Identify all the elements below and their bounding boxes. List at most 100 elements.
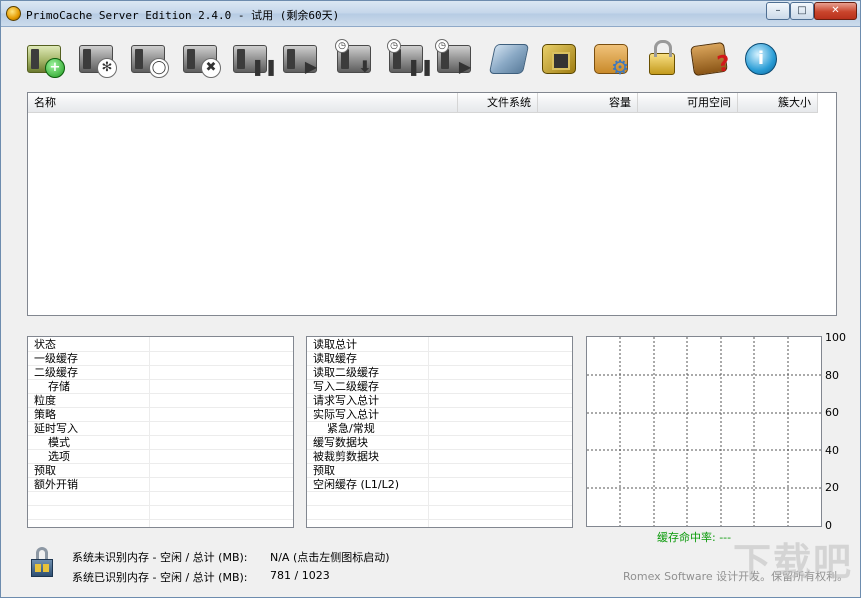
drive-list-header: 名称 文件系统 容量 可用空间 簇大小 bbox=[28, 93, 818, 113]
new-cache-task-button[interactable]: + bbox=[25, 39, 65, 79]
help-button[interactable] bbox=[689, 39, 729, 79]
toolbar: +✻◯✖❚❚▶◷⬇◷❚❚◷▶i bbox=[25, 39, 825, 83]
hit-rate-grid bbox=[587, 337, 821, 526]
info-row-label: 存储 bbox=[48, 380, 70, 393]
column-header-filesystem[interactable]: 文件系统 bbox=[458, 93, 538, 113]
info-row: 粒度 bbox=[28, 394, 293, 408]
close-button[interactable]: ✕ bbox=[814, 2, 857, 20]
info-icon: i bbox=[745, 43, 777, 75]
lock-key-icon bbox=[649, 40, 675, 75]
memory-chip-icon bbox=[31, 559, 53, 577]
info-row-label: 预取 bbox=[313, 464, 335, 477]
info-row-label: 读取缓存 bbox=[313, 352, 357, 365]
info-row: 读取总计 bbox=[307, 338, 572, 352]
info-row-label: 读取总计 bbox=[313, 338, 357, 351]
drive-list[interactable]: 名称 文件系统 容量 可用空间 簇大小 bbox=[27, 92, 837, 316]
info-row-label: 缓写数据块 bbox=[313, 436, 368, 449]
clock-icon: ◷ bbox=[387, 39, 401, 53]
info-row-empty bbox=[28, 492, 293, 506]
info-row: 缓写数据块 bbox=[307, 436, 572, 450]
info-row-label: 状态 bbox=[34, 338, 56, 351]
recognized-memory-value: 781 / 1023 bbox=[270, 569, 330, 582]
info-row-label: 策略 bbox=[34, 408, 56, 421]
main-window: PrimoCache Server Edition 2.4.0 - 试用 (剩余… bbox=[0, 0, 861, 598]
column-header-name[interactable]: 名称 bbox=[28, 93, 458, 113]
license-button[interactable] bbox=[645, 39, 685, 79]
help-book-icon bbox=[690, 41, 728, 77]
info-row-empty bbox=[307, 492, 572, 506]
info-row-empty bbox=[28, 506, 293, 520]
about-button[interactable]: i bbox=[741, 39, 781, 79]
info-row: 预取 bbox=[28, 464, 293, 478]
flush-deferred-write-button[interactable]: ◷ ⬇ bbox=[335, 39, 375, 79]
info-row: 读取缓存 bbox=[307, 352, 572, 366]
maximize-button[interactable]: □ bbox=[790, 2, 814, 20]
app-icon[interactable] bbox=[6, 6, 21, 21]
tools-button[interactable] bbox=[488, 39, 530, 79]
title-bar[interactable]: PrimoCache Server Edition 2.4.0 - 试用 (剩余… bbox=[1, 1, 860, 27]
info-row: 读取二级缓存 bbox=[307, 366, 572, 380]
info-row: 选项 bbox=[28, 450, 293, 464]
info-row: 空闲缓存 (L1/L2) bbox=[307, 478, 572, 492]
info-row-label: 延时写入 bbox=[34, 422, 78, 435]
cache-statistics-button[interactable]: ◯ bbox=[129, 39, 169, 79]
info-row: 被裁剪数据块 bbox=[307, 450, 572, 464]
cache-info-panel: 状态 一级缓存 二级缓存 存储 粒度 策略 延时写入 模式 选项 预取 额外开销 bbox=[27, 336, 294, 528]
package-gear-icon bbox=[594, 44, 629, 79]
info-row-label: 二级缓存 bbox=[34, 366, 78, 379]
column-header-free-space[interactable]: 可用空间 bbox=[638, 93, 738, 113]
pause-deferred-write-button[interactable]: ◷ ❚❚ bbox=[387, 39, 434, 79]
pause-cache-button[interactable]: ❚❚ bbox=[231, 39, 278, 79]
y-tick-label: 80 bbox=[825, 368, 839, 382]
unrecognized-memory-label: 系统未识别内存 - 空闲 / 总计 (MB): bbox=[72, 551, 248, 564]
info-row-label: 额外开销 bbox=[34, 478, 78, 491]
info-row: 二级缓存 bbox=[28, 366, 293, 380]
drive-flush-icon: ⬇ bbox=[358, 57, 372, 76]
info-row-label: 一级缓存 bbox=[34, 352, 78, 365]
info-row-label: 写入二级缓存 bbox=[313, 380, 379, 393]
y-tick-label: 100 bbox=[825, 331, 846, 344]
cache-statistics-panel: 读取总计 读取缓存 读取二级缓存 写入二级缓存 请求写入总计 实际写入总计 紧急/常规 缓写数… bbox=[306, 336, 573, 528]
column-header-cluster-size[interactable]: 簇大小 bbox=[738, 93, 818, 113]
info-row: 紧急/常规 bbox=[307, 422, 572, 436]
recognized-memory-label: 系统已识别内存 - 空闲 / 总计 (MB): bbox=[72, 571, 248, 584]
info-row: 状态 bbox=[28, 338, 293, 352]
drive-add-icon: + bbox=[45, 58, 65, 78]
memory-tool-icon[interactable] bbox=[27, 547, 57, 579]
info-row: 实际写入总计 bbox=[307, 408, 572, 422]
y-tick-label: 60 bbox=[825, 406, 839, 420]
info-row-label: 实际写入总计 bbox=[313, 408, 379, 421]
hardware-info-button[interactable] bbox=[539, 39, 579, 79]
drive-clock-play-icon: ▶ bbox=[458, 57, 472, 76]
minimize-button[interactable]: – bbox=[766, 2, 790, 20]
cache-settings-button[interactable]: ✻ bbox=[77, 39, 117, 79]
watermark: 下载吧 bbox=[733, 540, 854, 584]
delete-cache-task-button[interactable]: ✖ bbox=[181, 39, 221, 79]
info-row-label: 请求写入总计 bbox=[313, 394, 379, 407]
clock-icon: ◷ bbox=[335, 39, 349, 53]
info-row-label: 空闲缓存 (L1/L2) bbox=[313, 478, 400, 491]
info-row: 模式 bbox=[28, 436, 293, 450]
drive-pause-icon: ❚❚ bbox=[251, 57, 278, 76]
drive-clock-pause-icon: ❚❚ bbox=[407, 57, 434, 76]
info-row: 写入二级缓存 bbox=[307, 380, 572, 394]
options-button[interactable] bbox=[591, 39, 631, 79]
tools-icon bbox=[488, 44, 530, 74]
column-header-capacity[interactable]: 容量 bbox=[538, 93, 638, 113]
y-tick-label: 20 bbox=[825, 481, 839, 495]
drive-magnifier-icon: ◯ bbox=[149, 58, 169, 78]
unrecognized-memory-value: N/A (点击左侧图标启动) bbox=[270, 551, 390, 564]
clock-icon: ◷ bbox=[435, 39, 449, 53]
info-row-label: 选项 bbox=[48, 450, 70, 463]
info-row-label: 读取二级缓存 bbox=[313, 366, 379, 379]
info-row: 一级缓存 bbox=[28, 352, 293, 366]
info-row: 请求写入总计 bbox=[307, 394, 572, 408]
info-row-label: 预取 bbox=[34, 464, 56, 477]
drive-play-icon: ▶ bbox=[304, 57, 318, 76]
resume-deferred-write-button[interactable]: ◷ ▶ bbox=[435, 39, 475, 79]
drive-gear-icon: ✻ bbox=[97, 58, 117, 78]
hit-rate-label: 缓存命中率: --- bbox=[657, 531, 732, 544]
info-row: 预取 bbox=[307, 464, 572, 478]
info-row: 存储 bbox=[28, 380, 293, 394]
resume-cache-button[interactable]: ▶ bbox=[281, 39, 321, 79]
